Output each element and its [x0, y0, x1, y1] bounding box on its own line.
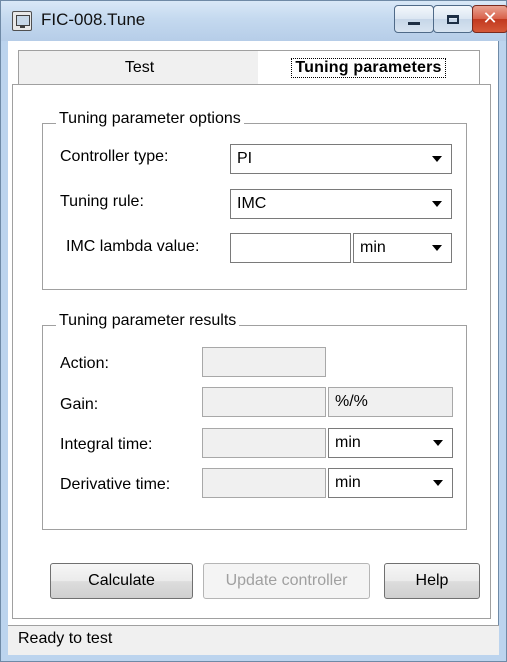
gain-unit-field: %/% — [328, 387, 453, 417]
help-button[interactable]: Help — [384, 563, 480, 599]
tab-test[interactable]: Test — [18, 50, 272, 85]
controller-type-value: PI — [237, 150, 253, 167]
chevron-down-icon[interactable] — [425, 147, 449, 171]
close-icon: ✕ — [482, 8, 498, 29]
tab-tuning-parameters[interactable]: Tuning parameters — [258, 50, 480, 84]
maximize-button[interactable] — [433, 5, 473, 33]
derivative-time-field — [202, 468, 326, 498]
app-window-icon[interactable] — [12, 11, 32, 31]
gain-unit-value: %/% — [335, 393, 368, 410]
integral-time-field — [202, 428, 326, 458]
tuning-rule-value: IMC — [237, 195, 267, 212]
tab-tuning-parameters-label: Tuning parameters — [291, 57, 446, 78]
chevron-down-icon[interactable] — [426, 431, 450, 455]
imc-lambda-unit-select[interactable]: min — [353, 233, 452, 263]
derivative-time-unit-select[interactable]: min — [328, 468, 453, 498]
tuning-options-group-title: Tuning parameter options — [56, 110, 244, 128]
title-bar[interactable]: FIC-008.Tune ✕ — [1, 1, 507, 41]
status-bar: Ready to test — [8, 625, 499, 655]
tab-test-label: Test — [124, 58, 155, 76]
minimize-icon — [408, 21, 420, 25]
integral-time-label: Integral time: — [60, 436, 153, 453]
window-title: FIC-008.Tune — [41, 10, 146, 29]
tuning-rule-select[interactable]: IMC — [230, 189, 452, 219]
integral-time-unit-value: min — [335, 434, 361, 451]
imc-lambda-input[interactable] — [230, 233, 351, 263]
status-text: Ready to test — [18, 630, 113, 647]
gain-label: Gain: — [60, 396, 99, 413]
tuning-rule-label: Tuning rule: — [60, 193, 144, 210]
chevron-down-icon[interactable] — [425, 192, 449, 216]
chevron-down-icon[interactable] — [426, 471, 450, 495]
integral-time-unit-select[interactable]: min — [328, 428, 453, 458]
action-field — [202, 347, 326, 377]
maximize-icon — [447, 14, 459, 24]
action-label: Action: — [60, 355, 109, 372]
gain-field — [202, 387, 326, 417]
tuning-results-group-title: Tuning parameter results — [56, 312, 240, 330]
update-controller-button[interactable]: Update controller — [203, 563, 370, 599]
calculate-button[interactable]: Calculate — [50, 563, 193, 599]
controller-type-select[interactable]: PI — [230, 144, 452, 174]
controller-type-label: Controller type: — [60, 148, 169, 165]
imc-lambda-unit-value: min — [360, 239, 386, 256]
close-button[interactable]: ✕ — [472, 5, 507, 33]
imc-lambda-label: IMC lambda value: — [66, 238, 200, 255]
minimize-button[interactable] — [394, 5, 434, 33]
derivative-time-label: Derivative time: — [60, 476, 171, 493]
window-border — [498, 41, 499, 655]
derivative-time-unit-value: min — [335, 474, 361, 491]
chevron-down-icon[interactable] — [425, 236, 449, 260]
